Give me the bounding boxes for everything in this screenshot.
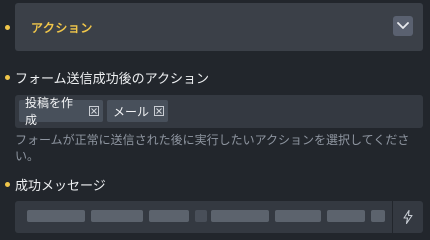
actions-field-label: フォーム送信成功後のアクション	[15, 72, 209, 87]
redacted-text	[149, 210, 189, 222]
section-indicator	[5, 25, 10, 30]
redacted-text	[91, 210, 143, 222]
redacted-text	[27, 210, 85, 222]
actions-select[interactable]: 投稿を作成 メール	[15, 95, 423, 128]
lightning-bolt-icon	[403, 210, 413, 224]
success-message-input[interactable]	[15, 201, 423, 233]
redacted-text	[211, 210, 269, 222]
tag-label: メール	[113, 104, 150, 119]
tag-label: 投稿を作成	[25, 96, 74, 127]
chevron-down-icon	[397, 22, 409, 29]
success-message-label: 成功メッセージ	[15, 179, 106, 194]
section-toggle-button[interactable]	[393, 16, 413, 36]
redacted-text	[327, 210, 365, 222]
redacted-text	[371, 210, 385, 222]
section-title: アクション	[31, 21, 93, 35]
tag-email: メール	[107, 100, 168, 122]
redacted-text	[275, 210, 321, 222]
redacted-text	[195, 210, 207, 222]
field-indicator	[5, 182, 10, 187]
close-box-icon[interactable]	[154, 106, 164, 116]
section-header-actions[interactable]: アクション	[15, 3, 423, 51]
tag-create-post: 投稿を作成	[19, 96, 103, 127]
field-indicator	[5, 75, 10, 80]
close-box-icon[interactable]	[89, 106, 99, 116]
dynamic-tag-button[interactable]	[392, 201, 423, 233]
actions-help-text: フォームが正常に送信された後に実行したいアクションを選択してください。	[15, 133, 410, 163]
